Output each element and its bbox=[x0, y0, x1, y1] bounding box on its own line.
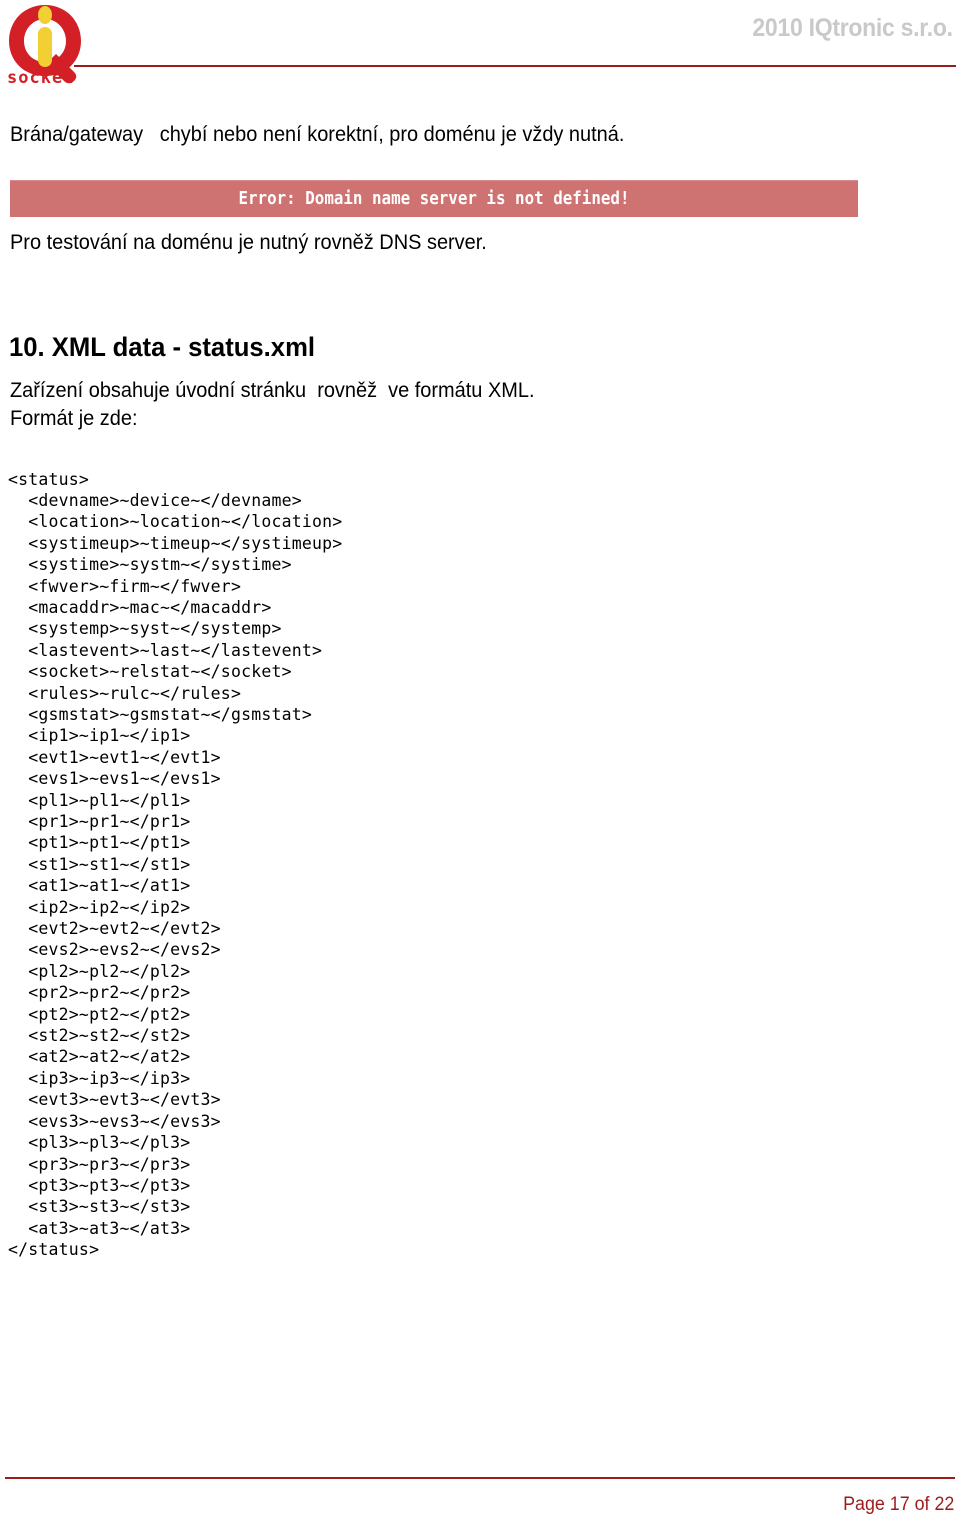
xml-status-code-block: <status> <devname>~device~</devname> <lo… bbox=[8, 469, 343, 1260]
footer-page-number: Page 17 of 22 bbox=[842, 1494, 954, 1515]
section-heading-xml-data: 10. XML data - status.xml bbox=[9, 332, 316, 362]
paragraph-device-xml: Zařízení obsahuje úvodní stránku rovněž … bbox=[10, 379, 535, 402]
paragraph-gateway-note: Brána/gateway chybí nebo není korektní, … bbox=[10, 123, 625, 146]
document-page: socket 2010 IQtronic s.r.o. Brána/gatewa… bbox=[0, 0, 960, 1522]
error-banner: Error: Domain name server is not defined… bbox=[10, 180, 858, 217]
error-banner-text: Error: Domain name server is not defined… bbox=[238, 188, 630, 209]
iq-socket-logo: socket bbox=[6, 2, 84, 94]
paragraph-format-intro: Formát je zde: bbox=[10, 407, 138, 430]
header-divider bbox=[74, 65, 956, 67]
logo-i-glyph bbox=[38, 6, 52, 67]
paragraph-dns-note: Pro testování na doménu je nutný rovněž … bbox=[10, 231, 487, 254]
footer-divider bbox=[5, 1477, 955, 1479]
company-copyright: 2010 IQtronic s.r.o. bbox=[752, 14, 954, 42]
logo-wordmark: socket bbox=[7, 68, 75, 88]
page-header: socket 2010 IQtronic s.r.o. bbox=[0, 0, 960, 100]
